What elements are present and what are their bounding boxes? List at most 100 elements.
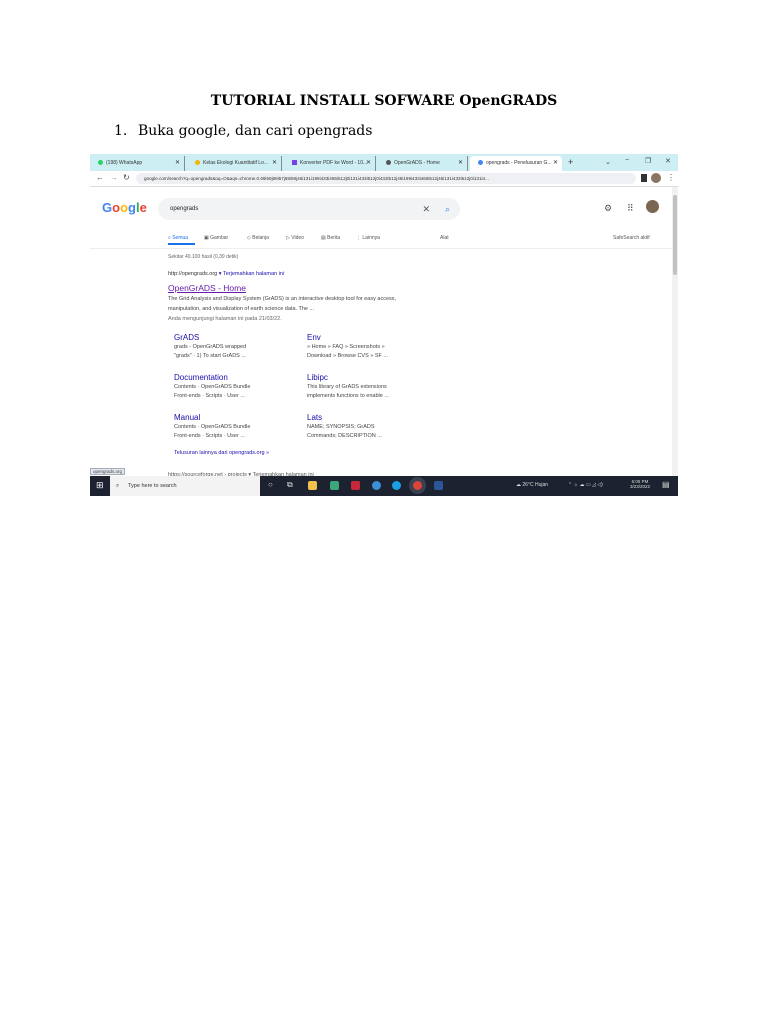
translate-link[interactable]: ▾ Terjemahkan halaman ini xyxy=(219,271,284,277)
tab-search-button[interactable]: ⌄ xyxy=(605,158,611,166)
chrome-icon[interactable] xyxy=(413,481,422,490)
nav-label: Video xyxy=(291,235,304,241)
nav-video[interactable]: ▷ Video xyxy=(286,235,304,241)
scrollbar[interactable] xyxy=(672,187,678,476)
sitelink-title[interactable]: Documentation xyxy=(174,373,250,382)
file-explorer-icon[interactable] xyxy=(308,481,317,490)
sitelink-desc: NAME; SYNOPSIS; GrADS xyxy=(307,424,375,430)
forward-icon[interactable]: → xyxy=(110,173,118,182)
menu-icon[interactable]: ⋮ xyxy=(667,173,675,182)
search-placeholder: Type here to search xyxy=(128,483,177,489)
tab-label: OpenGrADS - Home xyxy=(394,160,440,166)
nav-label: Berita xyxy=(327,235,341,241)
weather-widget[interactable]: ☁ 26°C Hujan xyxy=(516,482,548,488)
result-title-link[interactable]: OpenGrADS - Home xyxy=(168,283,246,293)
close-tab-icon[interactable]: ✕ xyxy=(553,156,558,171)
divider xyxy=(90,248,672,249)
app-icon[interactable] xyxy=(372,481,381,490)
visited-note: Anda mengunjungi halaman ini pada 21/03/… xyxy=(168,316,282,322)
sitelink-title[interactable]: Env xyxy=(307,333,388,342)
sitelink-desc: grads - OpenGrADS wrapped xyxy=(174,344,247,350)
clock[interactable]: 6:06 PM 3/23/2022 xyxy=(630,479,650,489)
step-1: 1. Buka google, dan cari opengrads xyxy=(114,123,372,139)
taskbar: ⊞ ⌕ Type here to search ○ ⧉ ☁ 26°C Hujan … xyxy=(90,476,678,496)
result-desc: The Grid Analysis and Display System (Gr… xyxy=(168,296,397,302)
pdf-converter-icon xyxy=(292,160,297,166)
word-icon[interactable] xyxy=(434,481,443,490)
edge-icon[interactable] xyxy=(392,481,401,490)
sitelink[interactable]: Manual Contents · OpenGrADS Bundle Front-e… xyxy=(174,413,250,439)
sitelink-title[interactable]: Lats xyxy=(307,413,382,422)
clear-icon[interactable]: ✕ xyxy=(422,198,430,220)
sitelink-title[interactable]: GrADS xyxy=(174,333,246,342)
app-icon[interactable] xyxy=(330,481,339,490)
close-window-button[interactable]: ✕ xyxy=(665,157,671,165)
new-tab-button[interactable]: + xyxy=(568,157,573,167)
close-tab-icon[interactable]: ✕ xyxy=(272,156,277,171)
sitelink-desc: Download » Browse CVS » SF ... xyxy=(307,353,389,359)
nav-label: Semua xyxy=(172,235,189,241)
result-url-text: http://opengrads.org xyxy=(168,271,218,277)
tab-label: opengrads - Penelusuran G... xyxy=(486,160,552,166)
google-logo[interactable]: Google xyxy=(102,200,147,215)
nav-images[interactable]: ▣ Gambar xyxy=(204,235,228,241)
sitelink[interactable]: GrADS grads - OpenGrADS wrapped "grads" · … xyxy=(174,333,246,359)
sitelink-desc: implements functions to enable ... xyxy=(307,393,389,399)
nav-more[interactable]: ⋮ Lainnya xyxy=(356,235,380,241)
sitelink-title[interactable]: Manual xyxy=(174,413,250,422)
system-tray-icons[interactable]: ⌃ ☼ ☁ ▭ ◿ ◁) xyxy=(568,482,603,488)
classroom-icon xyxy=(195,160,200,166)
search-icon[interactable]: ⌕ xyxy=(445,198,450,220)
browser-screenshot: (198) WhatsApp ✕ Kelas Ekologi Kuantitati… xyxy=(90,154,678,496)
sitelink-desc: Commands; DESCRIPTION ... xyxy=(307,433,382,439)
active-tab-indicator xyxy=(168,243,195,245)
close-tab-icon[interactable]: ✕ xyxy=(458,156,463,171)
sitelink[interactable]: Lats NAME; SYNOPSIS; GrADS Commands; DESCR… xyxy=(307,413,382,439)
sitelink-desc: Contents · OpenGrADS Bundle xyxy=(174,424,251,430)
restore-button[interactable]: ❐ xyxy=(645,157,651,165)
tab-opengrads-home[interactable]: OpenGrADS - Home ✕ xyxy=(378,156,468,171)
status-url: opengrads.org xyxy=(90,468,126,475)
sitelink-desc: Front-ends · Scripts · User ... xyxy=(174,433,245,439)
safesearch-label[interactable]: SafeSearch aktif xyxy=(613,235,650,241)
tab-whatsapp[interactable]: (198) WhatsApp ✕ xyxy=(90,156,185,171)
app-icon[interactable] xyxy=(351,481,360,490)
close-tab-icon[interactable]: ✕ xyxy=(366,156,371,171)
account-avatar[interactable] xyxy=(646,200,659,213)
windows-start-icon[interactable]: ⊞ xyxy=(96,480,104,491)
apps-grid-icon[interactable]: ⠿ xyxy=(627,203,634,214)
tab-kelas[interactable]: Kelas Ekologi Kuantitatif Lo... ✕ xyxy=(187,156,282,171)
notifications-icon[interactable]: ▤ xyxy=(662,480,670,489)
more-results-link[interactable]: Telusuran lainnya dari opengrads.org » xyxy=(174,450,269,456)
sidebar-icon[interactable] xyxy=(641,174,647,182)
nav-news[interactable]: ▤ Berita xyxy=(321,235,340,241)
settings-icon[interactable]: ⚙ xyxy=(604,203,612,214)
tab-bar: (198) WhatsApp ✕ Kelas Ekologi Kuantitati… xyxy=(90,154,678,171)
close-tab-icon[interactable]: ✕ xyxy=(175,156,180,171)
sitelink[interactable]: Libipc This library of GrADS extensions im… xyxy=(307,373,389,399)
scrollbar-thumb[interactable] xyxy=(673,195,677,275)
reload-icon[interactable]: ↻ xyxy=(123,173,130,182)
url-input[interactable]: google.com/search?q=opengrads&oq=O&aqs=c… xyxy=(136,173,636,184)
sitelink-desc: "grads" · 1) To start GrADS ... xyxy=(174,353,246,359)
search-input[interactable]: opengrads ✕ ⌕ xyxy=(158,198,460,220)
cortana-icon[interactable]: ○ xyxy=(268,480,273,489)
task-view-icon[interactable]: ⧉ xyxy=(287,480,293,490)
sitelink-title[interactable]: Libipc xyxy=(307,373,389,382)
taskbar-search-input[interactable]: ⌕ Type here to search xyxy=(110,476,260,496)
result-desc: manipulation, and visualization of earth… xyxy=(168,306,315,312)
nav-all[interactable]: ⌕ Semua xyxy=(168,235,188,241)
sitelink-desc: » Home » FAQ » Screenshots » xyxy=(307,344,385,350)
document-title: TUTORIAL INSTALL SOFWARE OpenGRADS xyxy=(210,93,558,109)
nav-shopping[interactable]: ◇ Belanja xyxy=(247,235,269,241)
tab-konverter[interactable]: Konverter PDF ke Word - 10... ✕ xyxy=(284,156,376,171)
sitelink[interactable]: Env » Home » FAQ » Screenshots » Download … xyxy=(307,333,388,359)
tools-button[interactable]: Alat xyxy=(440,235,449,241)
result-url: http://opengrads.org ▾ Terjemahkan halam… xyxy=(168,271,284,277)
tab-label: Konverter PDF ke Word - 10... xyxy=(300,160,368,166)
back-icon[interactable]: ← xyxy=(96,173,104,182)
tab-google-search[interactable]: opengrads - Penelusuran G... ✕ xyxy=(470,156,562,171)
minimize-button[interactable]: − xyxy=(625,157,629,164)
profile-avatar[interactable] xyxy=(651,173,661,183)
sitelink[interactable]: Documentation Contents · OpenGrADS Bundle… xyxy=(174,373,250,399)
